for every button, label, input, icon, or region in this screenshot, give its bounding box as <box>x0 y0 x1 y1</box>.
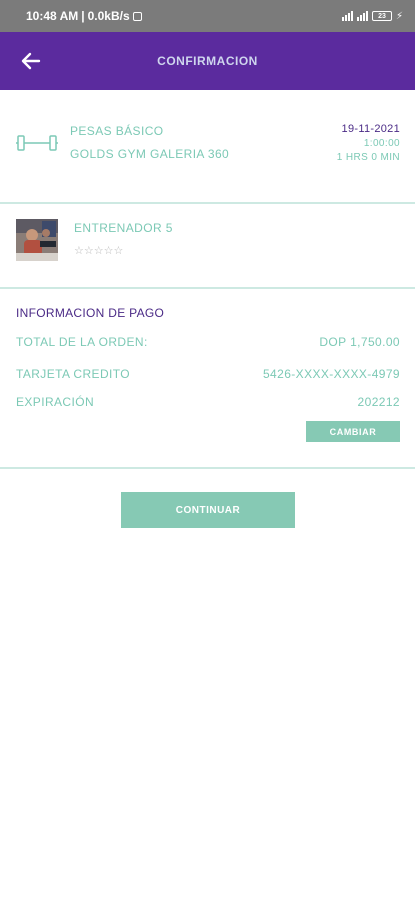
status-right: 23 ⚡ <box>341 10 403 22</box>
trainer-avatar <box>16 219 58 261</box>
continue-button[interactable]: CONTINUAR <box>121 492 295 528</box>
expiration-value: 202212 <box>357 395 400 409</box>
arrow-left-icon <box>21 52 41 70</box>
status-bar: 10:48 AM | 0.0kB/s 23 ⚡ <box>0 0 415 32</box>
notification-icon <box>132 11 142 21</box>
status-left: 10:48 AM | 0.0kB/s <box>26 9 142 23</box>
class-date: 19-11-2021 <box>341 123 400 135</box>
trainer-photo-image <box>16 219 58 261</box>
app-bar: CONFIRMACION <box>0 32 415 90</box>
status-separator: | <box>81 9 85 23</box>
card-label: TARJETA CREDITO <box>16 367 131 381</box>
charging-icon: ⚡ <box>395 10 403 22</box>
trainer-rating-stars: ☆☆☆☆☆ <box>74 245 124 257</box>
total-value: DOP 1,750.00 <box>319 335 400 349</box>
signal-icon <box>341 11 353 21</box>
class-name: PESAS BÁSICO <box>70 124 164 138</box>
total-label: TOTAL DE LA ORDEN: <box>16 335 148 349</box>
expiration-label: EXPIRACIÓN <box>16 395 95 409</box>
trainer-name: ENTRENADOR 5 <box>74 221 173 235</box>
divider <box>0 467 415 469</box>
class-duration: 1 HRS 0 MIN <box>336 152 400 163</box>
battery-icon: 23 <box>371 11 392 21</box>
page-title: CONFIRMACION <box>157 54 258 68</box>
signal-icon-2 <box>356 11 368 21</box>
status-network-speed: 0.0kB/s <box>87 9 130 23</box>
class-time: 1:00:00 <box>363 138 400 149</box>
class-location: GOLDS GYM GALERIA 360 <box>70 147 230 161</box>
change-card-button[interactable]: CAMBIAR <box>306 421 400 442</box>
card-number: 5426-XXXX-XXXX-4979 <box>262 367 400 381</box>
divider <box>0 202 415 204</box>
back-button[interactable] <box>16 46 46 76</box>
dumbbell-icon <box>16 135 58 151</box>
status-time: 10:48 AM <box>26 9 79 23</box>
payment-section-title: INFORMACION DE PAGO <box>16 306 165 320</box>
divider <box>0 287 415 289</box>
